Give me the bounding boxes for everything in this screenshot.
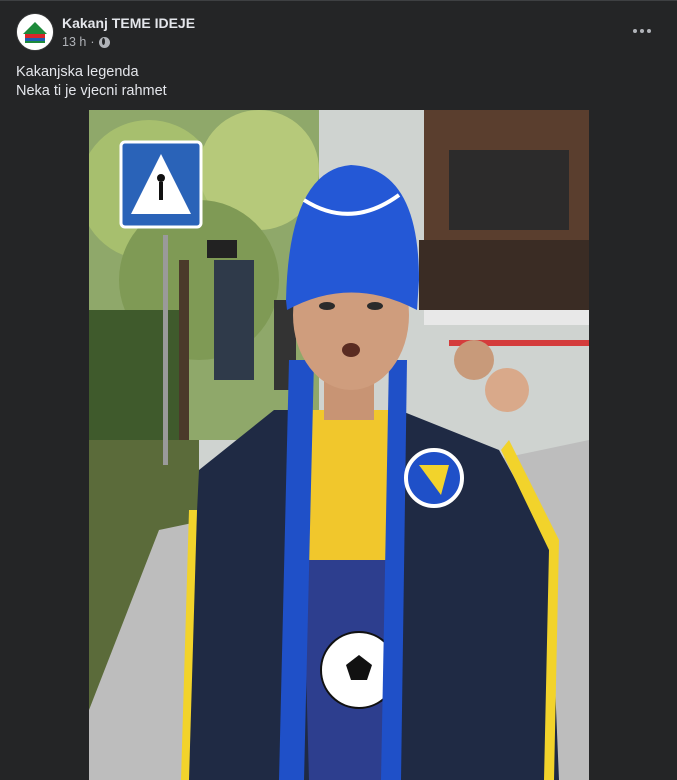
more-options-icon [633, 29, 637, 33]
more-options-button[interactable] [627, 19, 657, 43]
post-time[interactable]: 13 h [62, 35, 86, 49]
caption-line-2: Neka ti je vjecni rahmet [16, 83, 167, 99]
post-caption: Kakanjska legenda Neka ti je vjecni rahm… [16, 63, 167, 101]
photo-illustration [89, 110, 589, 780]
post-photo[interactable] [89, 110, 589, 780]
post-media [0, 110, 677, 780]
page-avatar[interactable] [16, 13, 54, 51]
post-header: Kakanj TEME IDEJE 13 h · [16, 13, 661, 57]
post-meta: 13 h · [62, 35, 110, 49]
page-name-link[interactable]: Kakanj TEME IDEJE [62, 15, 195, 31]
meta-separator: · [90, 35, 95, 49]
caption-line-1: Kakanjska legenda [16, 64, 139, 80]
post-card: Kakanj TEME IDEJE 13 h · Kakanjska legen… [0, 0, 677, 780]
globe-icon[interactable] [98, 36, 110, 48]
page-logo-icon [17, 14, 53, 50]
